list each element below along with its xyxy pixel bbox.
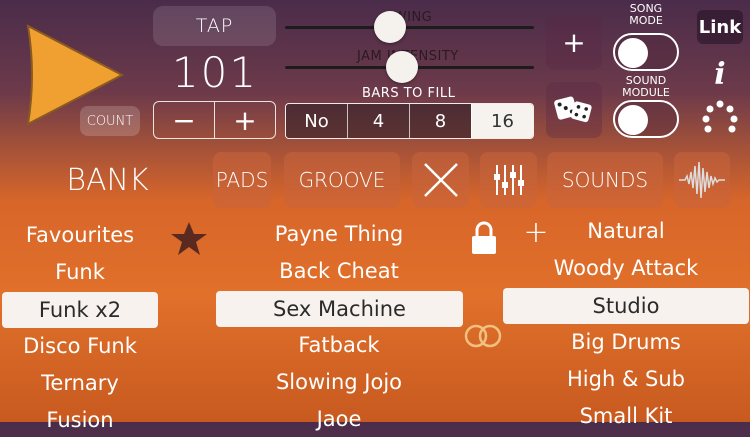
sound-list-item[interactable]: Small Kit bbox=[516, 399, 736, 433]
jam-intensity-slider-thumb[interactable] bbox=[386, 51, 419, 83]
tempo-increment-button[interactable]: + bbox=[214, 102, 275, 138]
count-button[interactable]: COUNT bbox=[80, 106, 140, 136]
sounds-tab[interactable]: SOUNDS bbox=[547, 152, 663, 208]
waveform-button[interactable] bbox=[674, 152, 730, 208]
dots-arc-icon bbox=[702, 100, 738, 133]
groove-tab[interactable]: GROOVE bbox=[284, 152, 400, 208]
bank-list-item[interactable]: Favourites bbox=[0, 218, 190, 252]
sound-list-item[interactable]: Woody Attack bbox=[516, 251, 736, 285]
swing-slider-thumb[interactable] bbox=[373, 11, 406, 43]
sound-module-toggle[interactable] bbox=[613, 100, 679, 138]
add-button[interactable]: + bbox=[546, 14, 602, 70]
tap-button[interactable]: TAP bbox=[153, 6, 276, 46]
bank-list-item[interactable]: Fusion bbox=[0, 403, 190, 437]
lock-icon bbox=[472, 221, 496, 254]
mixer-button[interactable] bbox=[480, 152, 537, 208]
bars-option[interactable]: 8 bbox=[409, 104, 471, 138]
close-x-icon bbox=[423, 163, 458, 197]
bars-to-fill-label: BARS TO FILL bbox=[362, 86, 456, 101]
sound-list-item[interactable]: Natural bbox=[516, 214, 736, 248]
sound-list-item[interactable]: Studio bbox=[503, 288, 749, 324]
groove-list-item[interactable]: Back Cheat bbox=[229, 254, 449, 288]
settings-button[interactable] bbox=[699, 98, 741, 138]
dice-icon bbox=[554, 96, 592, 123]
tempo-stepper: − + bbox=[153, 101, 276, 139]
groove-list-item[interactable]: Sex Machine bbox=[216, 291, 463, 327]
bank-list-item[interactable]: Funk x2 bbox=[2, 292, 158, 328]
sound-list-item[interactable]: Big Drums bbox=[516, 325, 736, 359]
mixer-icon bbox=[493, 165, 524, 195]
link-button[interactable]: Link bbox=[697, 10, 743, 44]
dice-button[interactable] bbox=[546, 82, 602, 138]
bars-option[interactable]: 16 bbox=[471, 104, 533, 138]
sound-list-item[interactable]: High & Sub bbox=[516, 362, 736, 396]
groove-list-item[interactable]: Jaoe bbox=[229, 402, 449, 436]
bank-list-item[interactable]: Disco Funk bbox=[0, 329, 190, 363]
song-mode-label: SONG MODE bbox=[629, 2, 663, 27]
info-button[interactable]: i bbox=[699, 54, 741, 94]
bars-to-fill-segmented: No 4 8 16 bbox=[285, 103, 534, 139]
bank-list-item[interactable]: Ternary bbox=[0, 366, 190, 400]
groove-list-item[interactable]: Fatback bbox=[229, 328, 449, 362]
bank-heading: BANK bbox=[66, 162, 149, 198]
bars-option[interactable]: No bbox=[286, 104, 347, 138]
groove-list-item[interactable]: Slowing Jojo bbox=[229, 365, 449, 399]
link-rings-button[interactable] bbox=[462, 323, 504, 353]
rings-icon bbox=[464, 324, 502, 348]
tempo-display: 101 bbox=[171, 47, 259, 97]
sound-module-label: SOUND MODULE bbox=[622, 74, 670, 99]
bank-list-item[interactable]: Funk bbox=[0, 255, 190, 289]
swing-track[interactable] bbox=[285, 26, 534, 29]
bars-option[interactable]: 4 bbox=[347, 104, 409, 138]
groove-list-item[interactable]: Payne Thing bbox=[229, 217, 449, 251]
mute-button[interactable] bbox=[412, 152, 469, 208]
pads-tab[interactable]: PADS bbox=[213, 152, 271, 208]
tempo-decrement-button[interactable]: − bbox=[154, 102, 214, 138]
waveform-icon bbox=[679, 161, 725, 199]
song-mode-toggle[interactable] bbox=[613, 33, 679, 71]
lock-button[interactable] bbox=[470, 220, 498, 260]
